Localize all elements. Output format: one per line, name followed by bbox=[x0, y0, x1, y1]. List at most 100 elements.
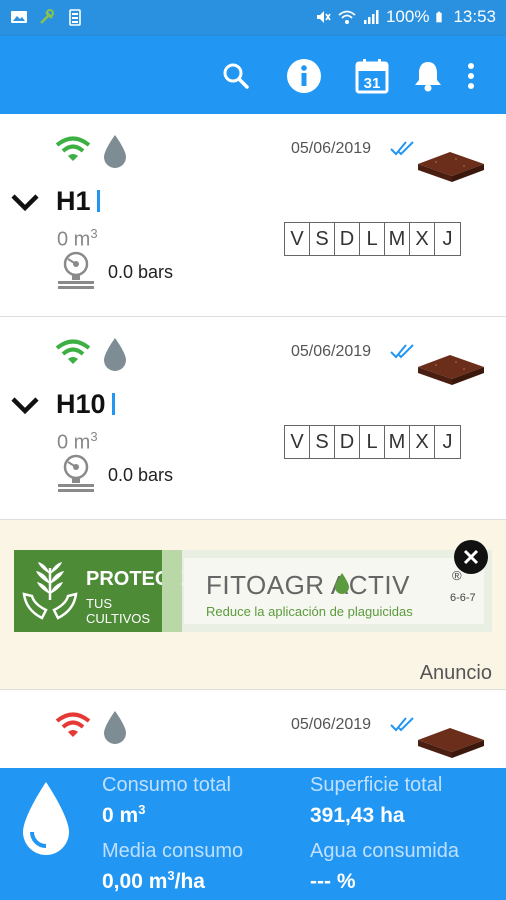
ad-brand: FITOAGR ACTIV bbox=[206, 570, 410, 600]
ad-subline: TUS CULTIVOS bbox=[86, 596, 151, 626]
battery-icon bbox=[436, 11, 443, 23]
pressure-gauge-icon bbox=[58, 251, 94, 289]
calendar-icon: 31 bbox=[355, 59, 389, 94]
item-volume: 0 m3 bbox=[57, 429, 98, 455]
chevron-down-icon[interactable] bbox=[10, 395, 40, 415]
day-cell[interactable]: X bbox=[410, 223, 435, 255]
battery-saver-icon bbox=[69, 9, 81, 26]
item-name-text: H1 bbox=[56, 186, 91, 216]
double-check-icon bbox=[390, 344, 414, 359]
soil-icon bbox=[418, 152, 484, 182]
day-cell[interactable]: M bbox=[385, 223, 410, 255]
consumo-total-number: 0 m bbox=[102, 804, 139, 827]
superficie-total-value: 391,43 ha bbox=[310, 804, 405, 827]
day-cell[interactable]: L bbox=[360, 426, 385, 458]
ad-left-panel: PROTEGE TUS CULTIVOS bbox=[14, 550, 184, 632]
ad-label: Anuncio bbox=[419, 662, 492, 684]
pressure-gauge-icon bbox=[58, 454, 94, 492]
item-volume: 0 m3 bbox=[57, 226, 98, 252]
app-screen: 100% 13:53 31 05/06/2019 H1 0 m3 0.0 bar… bbox=[0, 0, 506, 900]
wifi-connected-icon bbox=[56, 339, 90, 364]
day-cell[interactable]: V bbox=[285, 426, 310, 458]
day-cell[interactable]: J bbox=[435, 223, 460, 255]
agua-consumida-value: --- % bbox=[310, 870, 356, 893]
wifi-disconnected-icon bbox=[56, 712, 90, 737]
weekday-schedule: V S D L M X J bbox=[284, 425, 461, 459]
media-consumo-suffix: /ha bbox=[174, 870, 205, 893]
soil-icon bbox=[418, 355, 484, 385]
hands-plant-icon bbox=[22, 562, 78, 620]
gallery-icon bbox=[11, 11, 27, 23]
search-button[interactable] bbox=[216, 56, 256, 96]
ad-banner[interactable]: PROTEGE TUS CULTIVOS FITOAGR ACTIV ® 6-6… bbox=[14, 550, 492, 632]
consumo-total-sup: 3 bbox=[138, 802, 146, 817]
item-volume-value: 0 m bbox=[57, 431, 91, 454]
close-icon bbox=[463, 549, 479, 565]
water-drop-icon bbox=[104, 338, 126, 371]
media-consumo-number: 0,00 m bbox=[102, 870, 168, 893]
battery-percent: 100% bbox=[385, 7, 430, 26]
water-drop-icon bbox=[23, 782, 69, 855]
overflow-menu-button[interactable] bbox=[456, 56, 486, 96]
status-bar: 100% 13:53 bbox=[0, 0, 506, 36]
ad-close-button[interactable] bbox=[454, 540, 488, 574]
day-cell[interactable]: D bbox=[335, 426, 360, 458]
ad-npk: 6-6-7 bbox=[450, 592, 476, 604]
day-cell[interactable]: S bbox=[310, 223, 335, 255]
status-indicator bbox=[111, 393, 115, 415]
ad-right-panel: FITOAGR ACTIV ® 6-6-7 Reduce la aplicaci… bbox=[184, 558, 484, 624]
consumo-total-label: Consumo total bbox=[102, 774, 231, 796]
info-icon bbox=[287, 59, 321, 93]
day-cell[interactable]: J bbox=[435, 426, 460, 458]
day-cell[interactable]: L bbox=[360, 223, 385, 255]
more-vert-icon bbox=[468, 63, 474, 89]
day-cell[interactable]: M bbox=[385, 426, 410, 458]
double-check-icon bbox=[390, 141, 414, 156]
tools-icon bbox=[40, 9, 54, 24]
day-cell[interactable]: X bbox=[410, 426, 435, 458]
item-pressure: 0.0 bars bbox=[108, 262, 174, 282]
ad-stripe bbox=[162, 550, 182, 632]
summary-footer: Consumo total 0 m3 Superficie total 391,… bbox=[0, 768, 506, 900]
app-toolbar: 31 bbox=[0, 36, 506, 114]
calendar-day-number: 31 bbox=[364, 75, 381, 92]
item-name-text: H10 bbox=[56, 389, 106, 419]
soil-icon bbox=[418, 728, 484, 758]
chevron-down-icon[interactable] bbox=[10, 192, 40, 212]
superficie-total-label: Superficie total bbox=[310, 774, 443, 796]
item-pressure: 0.0 bars bbox=[108, 465, 174, 485]
item-volume-sup: 3 bbox=[90, 429, 98, 444]
signal-icon bbox=[363, 10, 379, 24]
consumo-total-value: 0 m3 bbox=[102, 802, 145, 828]
mute-icon bbox=[316, 11, 331, 23]
bell-icon bbox=[415, 62, 441, 92]
list-item[interactable]: 05/06/2019 H10 0 m3 0.0 bars V S D L M X… bbox=[0, 317, 506, 520]
leaf-drop-icon bbox=[335, 573, 349, 594]
status-left-icons bbox=[10, 8, 84, 26]
last-update-date: 05/06/2019 bbox=[291, 343, 372, 360]
last-update-date: 05/06/2019 bbox=[291, 140, 372, 157]
item-name: H10 bbox=[56, 389, 115, 420]
water-drop-icon bbox=[104, 135, 126, 168]
water-drop-icon bbox=[104, 711, 126, 744]
item-name: H1 bbox=[56, 186, 100, 217]
day-cell[interactable]: D bbox=[335, 223, 360, 255]
status-indicator bbox=[96, 190, 100, 212]
double-check-icon bbox=[390, 717, 414, 732]
media-consumo-label: Media consumo bbox=[102, 840, 244, 862]
last-update-date: 05/06/2019 bbox=[291, 716, 372, 733]
info-button[interactable] bbox=[284, 56, 324, 96]
wifi-connected-icon bbox=[56, 136, 90, 161]
search-icon bbox=[223, 63, 249, 89]
item-volume-sup: 3 bbox=[90, 226, 98, 241]
calendar-button[interactable]: 31 bbox=[352, 56, 392, 96]
status-right: 100% 13:53 bbox=[314, 7, 496, 27]
agua-consumida-label: Agua consumida bbox=[310, 840, 459, 862]
day-cell[interactable]: S bbox=[310, 426, 335, 458]
list-item[interactable]: 05/06/2019 H1 0 m3 0.0 bars V S D L M X … bbox=[0, 114, 506, 317]
media-consumo-value: 0,00 m3/ha bbox=[102, 868, 205, 894]
notifications-button[interactable] bbox=[408, 56, 448, 96]
clock: 13:53 bbox=[453, 7, 496, 26]
wifi-status-icon bbox=[338, 10, 356, 24]
day-cell[interactable]: V bbox=[285, 223, 310, 255]
